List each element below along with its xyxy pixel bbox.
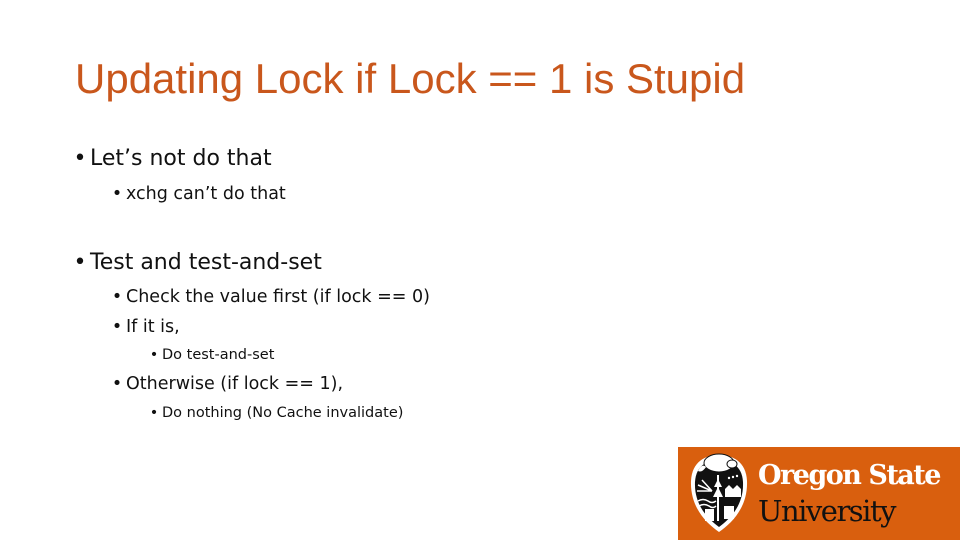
bullet-item: • xchg can’t do that (108, 184, 286, 204)
bullet-marker: • (73, 250, 87, 275)
bullet-text: Do test-and-set (162, 347, 275, 363)
bullet-marker: • (149, 405, 159, 421)
bullet-item: • If it is, (108, 317, 180, 337)
bullet-item: • Otherwise (if lock == 1), (108, 374, 343, 394)
slide-title: Updating Lock if Lock == 1 is Stupid (75, 55, 746, 102)
logo-text-university: University (758, 494, 897, 528)
logo-text-oregon-state: Oregon State (758, 460, 941, 491)
bullet-text: Otherwise (if lock == 1), (126, 374, 344, 394)
bullet-marker: • (73, 146, 87, 171)
bullet-text: Do nothing (No Cache invalidate) (162, 405, 404, 421)
bullet-text: Let’s not do that (90, 146, 272, 171)
bullet-item: • Check the value first (if lock == 0) (108, 287, 430, 307)
bullet-text: If it is, (126, 317, 180, 337)
slide: Updating Lock if Lock == 1 is Stupid • L… (0, 0, 960, 540)
bullet-item: • Test and test-and-set (70, 250, 322, 275)
bullet-text: Test and test-and-set (90, 250, 322, 275)
bullet-marker: • (149, 347, 159, 363)
beaver-shield-icon (688, 451, 750, 535)
bullet-marker: • (111, 184, 123, 204)
oregon-state-logo: Oregon State University (678, 447, 960, 540)
bullet-item: • Do test-and-set (146, 347, 275, 363)
bullet-text: xchg can’t do that (126, 184, 286, 204)
bullet-text: Check the value first (if lock == 0) (126, 287, 430, 307)
bullet-marker: • (111, 374, 123, 394)
bullet-marker: • (111, 287, 123, 307)
bullet-item: • Do nothing (No Cache invalidate) (146, 405, 404, 421)
bullet-marker: • (111, 317, 123, 337)
bullet-item: • Let’s not do that (70, 146, 272, 171)
